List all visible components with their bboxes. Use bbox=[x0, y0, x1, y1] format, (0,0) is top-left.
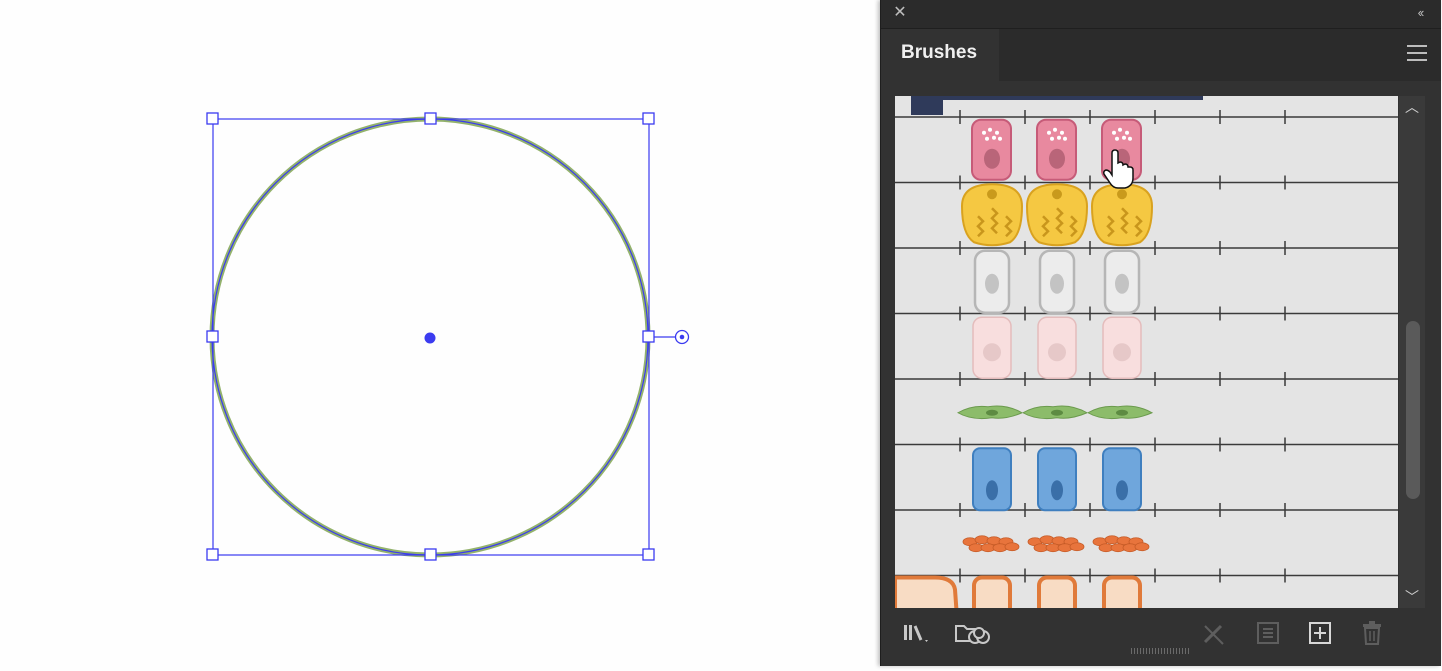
brushes-panel: ✕ ‹‹ Brushes ︿ ﹀ bbox=[880, 0, 1441, 666]
brush-row-divider bbox=[895, 175, 1398, 190]
brush-row-divider bbox=[895, 372, 1398, 386]
new-brush-icon[interactable] bbox=[1305, 618, 1335, 648]
artboard-svg bbox=[206, 112, 690, 561]
brush-row-divider bbox=[895, 241, 1398, 255]
brush-libraries-menu-icon[interactable] bbox=[901, 618, 931, 648]
panel-title-bar[interactable]: ✕ ‹‹ bbox=[881, 0, 1441, 29]
pie-widget-handle[interactable] bbox=[674, 329, 690, 345]
yellow-cell-brush[interactable] bbox=[960, 183, 1154, 247]
handle-middle-left[interactable] bbox=[206, 330, 219, 343]
libraries-panel-icon[interactable] bbox=[953, 618, 993, 648]
brush-row-divider bbox=[895, 110, 1398, 124]
panel-resize-grip[interactable] bbox=[1131, 648, 1191, 654]
brush-list[interactable] bbox=[895, 96, 1398, 608]
scroll-up-arrow-icon[interactable]: ︿ bbox=[1399, 96, 1425, 118]
brush-row-divider bbox=[895, 306, 1398, 321]
light-pink-cell-brush[interactable] bbox=[972, 316, 1142, 379]
tab-brushes[interactable]: Brushes bbox=[881, 29, 999, 81]
artboard-canvas[interactable] bbox=[0, 0, 880, 666]
brush-row-divider bbox=[895, 503, 1398, 517]
panel-bottom-toolbar bbox=[881, 610, 1441, 658]
scroll-down-arrow-icon[interactable]: ﹀ bbox=[1399, 586, 1425, 608]
center-point bbox=[424, 332, 436, 344]
handle-top-right[interactable] bbox=[642, 112, 655, 125]
brush-thumbnail-partial bbox=[911, 96, 943, 115]
handle-bottom-center[interactable] bbox=[424, 548, 437, 561]
orange-frame-cell-brush[interactable] bbox=[895, 575, 1142, 609]
handle-bottom-left[interactable] bbox=[206, 548, 219, 561]
handle-bottom-right[interactable] bbox=[642, 548, 655, 561]
close-panel-button[interactable]: ✕ bbox=[891, 4, 909, 22]
brush-row-divider bbox=[895, 437, 1398, 452]
delete-brush-icon[interactable] bbox=[1357, 618, 1387, 648]
brush-options-icon[interactable] bbox=[1253, 618, 1283, 648]
scroll-thumb[interactable] bbox=[1406, 321, 1420, 499]
hamburger-menu-icon[interactable] bbox=[1407, 45, 1427, 63]
brush-list-scrollbar[interactable]: ︿ ﹀ bbox=[1399, 96, 1425, 608]
brush-list-svg bbox=[895, 96, 1398, 608]
green-spindle-cell-brush[interactable] bbox=[956, 405, 1154, 420]
brush-strip-partial bbox=[943, 96, 1203, 100]
gray-outline-cell-brush[interactable] bbox=[973, 249, 1141, 314]
orange-blood-cell-brush[interactable] bbox=[962, 535, 1150, 553]
handle-top-left[interactable] bbox=[206, 112, 219, 125]
handle-middle-right[interactable] bbox=[642, 330, 655, 343]
handle-top-center[interactable] bbox=[424, 112, 437, 125]
collapse-panel-button[interactable]: ‹‹ bbox=[1409, 4, 1431, 22]
remove-brush-stroke-icon[interactable] bbox=[1199, 618, 1229, 648]
blue-cell-brush[interactable] bbox=[972, 447, 1142, 512]
brush-row-divider bbox=[895, 568, 1398, 583]
panel-tab-row: Brushes bbox=[881, 29, 1441, 81]
